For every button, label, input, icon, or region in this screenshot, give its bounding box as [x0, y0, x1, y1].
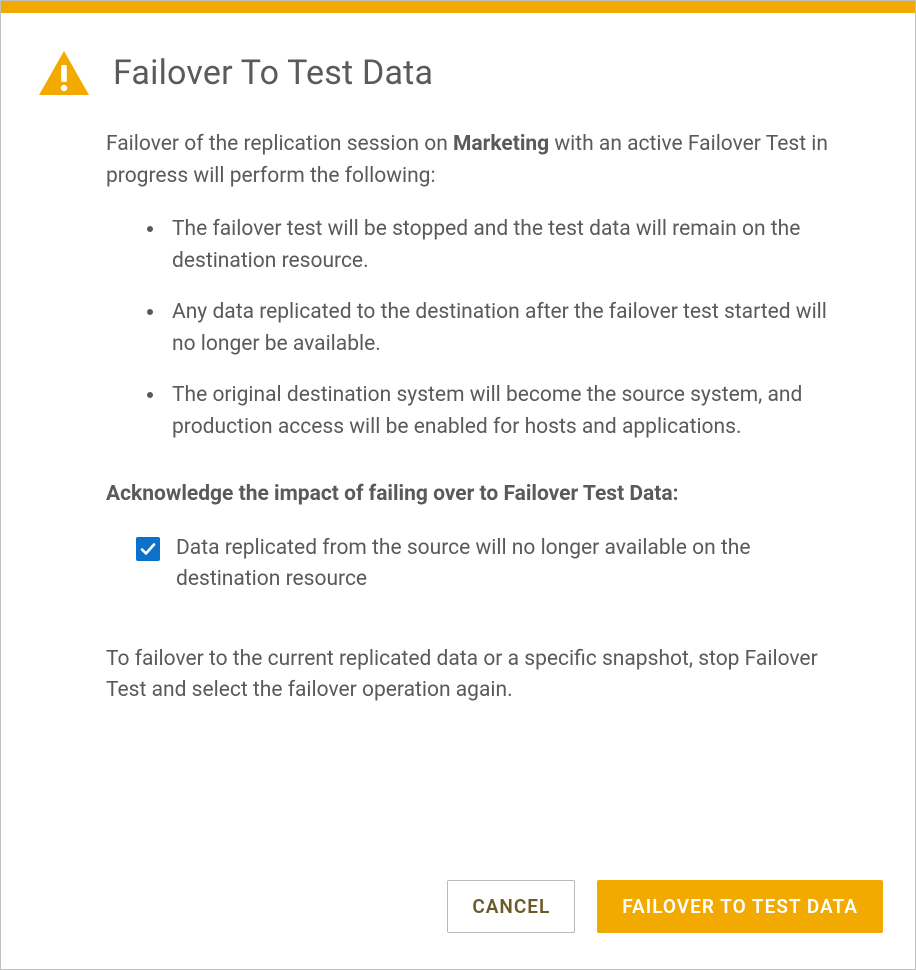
bullets-list: The failover test will be stopped and th…	[106, 214, 855, 443]
dialog-content: Failover of the replication session on M…	[1, 123, 915, 880]
dialog-footer: CANCEL FAILOVER TO TEST DATA	[1, 880, 915, 969]
list-item: Any data replicated to the destination a…	[166, 297, 855, 360]
acknowledge-heading: Acknowledge the impact of failing over t…	[106, 479, 855, 511]
warning-icon	[37, 49, 91, 97]
failover-to-test-data-button[interactable]: FAILOVER TO TEST DATA	[597, 880, 883, 933]
cancel-button[interactable]: CANCEL	[447, 880, 575, 933]
acknowledge-checkbox-label: Data replicated from the source will no …	[176, 533, 855, 596]
acknowledge-checkbox-row: Data replicated from the source will no …	[106, 533, 855, 596]
failover-dialog: Failover To Test Data Failover of the re…	[0, 0, 916, 970]
dialog-header: Failover To Test Data	[1, 13, 915, 123]
intro-prefix: Failover of the replication session on	[106, 132, 453, 156]
alternative-instruction: To failover to the current replicated da…	[106, 644, 855, 707]
intro-text: Failover of the replication session on M…	[106, 129, 855, 192]
acknowledge-checkbox[interactable]	[136, 537, 160, 561]
list-item: The original destination system will bec…	[166, 380, 855, 443]
accent-bar	[1, 1, 915, 13]
list-item: The failover test will be stopped and th…	[166, 214, 855, 277]
intro-session-name: Marketing	[453, 132, 549, 156]
dialog-title: Failover To Test Data	[113, 53, 433, 93]
